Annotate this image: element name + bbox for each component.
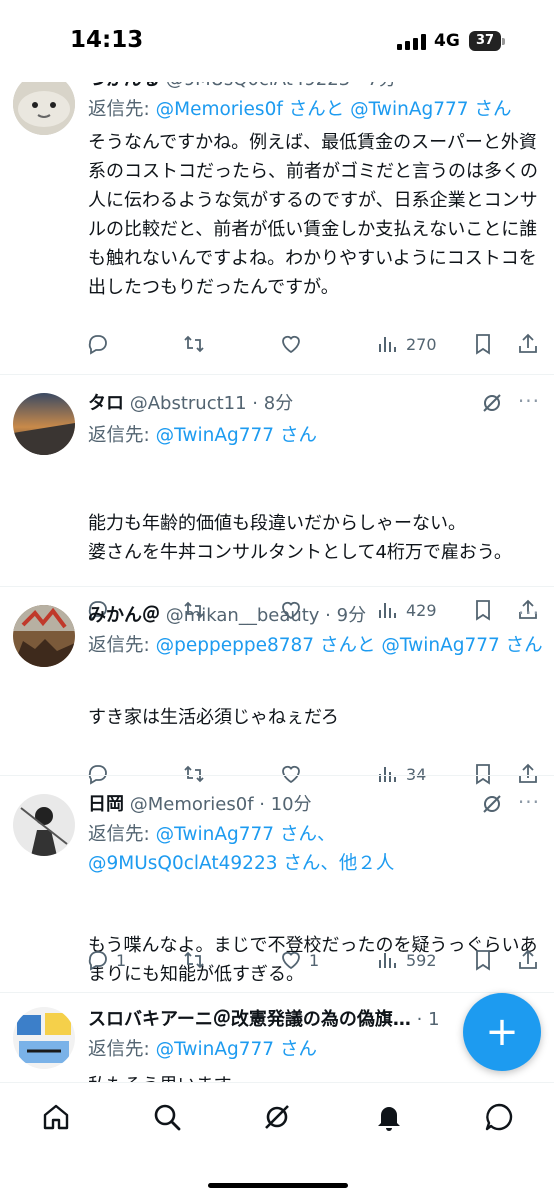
more-icon[interactable]: ··· xyxy=(518,601,540,625)
tweet[interactable]: みかん＠ @mikan__beauty · 9分 ··· 返信先: @peppe… xyxy=(0,587,554,785)
tweet[interactable]: タロ @Abstruct11 · 8分 ··· 返信先: @TwinAg777 … xyxy=(0,375,554,621)
bookmark-button[interactable] xyxy=(471,329,495,359)
handle-time: @Abstruct11 · 8分 xyxy=(129,393,294,414)
views-button[interactable]: 270 xyxy=(376,329,437,359)
analytics-icon xyxy=(379,953,396,968)
share-button[interactable] xyxy=(516,945,540,975)
views-button[interactable]: 592 xyxy=(376,945,437,975)
compose-button[interactable]: + xyxy=(463,993,541,1071)
reply-to-line: 返信先: @TwinAg777 さん xyxy=(88,425,317,446)
reply-to-users[interactable]: @peppeppe8787 さんと @TwinAg777 さん xyxy=(156,635,543,656)
more-icon[interactable]: ··· xyxy=(518,389,540,413)
share-icon xyxy=(519,949,537,969)
share-button[interactable] xyxy=(516,329,540,359)
avatar[interactable] xyxy=(13,1007,75,1069)
display-name[interactable]: スロバキアーニ＠改憲発議の為の偽旗… xyxy=(88,1009,411,1030)
status-bar: 14:13 4G 37 xyxy=(0,0,554,82)
network-type: 4G xyxy=(434,31,460,51)
display-name[interactable]: タロ xyxy=(88,393,124,414)
handle-time: @Memories0f · 10分 xyxy=(129,794,312,815)
repost-button[interactable] xyxy=(182,945,206,975)
reply-to-users[interactable]: @Memories0f さんと @TwinAg777 さん xyxy=(156,99,512,120)
grok-icon[interactable] xyxy=(480,792,504,816)
reply-to-line: 返信先: @TwinAg777 さん、 @9MUsQ0clAt49223 さん、… xyxy=(88,824,395,874)
display-name[interactable]: 日岡 xyxy=(88,794,124,815)
tweet-actions: 270 xyxy=(86,329,546,359)
reply-to-line: 返信先: @peppeppe8787 さんと @TwinAg777 さん xyxy=(88,635,543,656)
battery-icon: 37 xyxy=(469,31,505,51)
reply-count: 1 xyxy=(116,950,127,970)
home-indicator xyxy=(208,1183,348,1188)
handle-time: · 1 xyxy=(416,1009,440,1030)
home-icon[interactable] xyxy=(40,1101,72,1133)
status-time: 14:13 xyxy=(70,27,144,53)
analytics-icon xyxy=(379,337,396,352)
avatar[interactable] xyxy=(13,393,75,455)
bookmark-button[interactable] xyxy=(471,945,495,975)
tweet-text: 能力も年齢的価値も段違いだからしゃーない。 婆さんを牛丼コンサルタントとして4桁… xyxy=(88,513,512,563)
like-button[interactable]: 1 xyxy=(279,945,319,975)
cellular-signal-icon xyxy=(397,34,426,50)
avatar[interactable] xyxy=(13,605,75,667)
grok-icon[interactable] xyxy=(480,391,504,415)
battery-level: 37 xyxy=(469,31,501,51)
heart-icon xyxy=(282,951,300,970)
handle-time: @mikan__beauty · 9分 xyxy=(165,605,367,626)
tweet-header: スロバキアーニ＠改憲発議の為の偽旗… · 1 xyxy=(88,1005,478,1031)
search-icon[interactable] xyxy=(151,1101,183,1133)
like-count: 1 xyxy=(309,950,320,970)
tweet-header: 日岡 @Memories0f · 10分 xyxy=(88,790,478,816)
bookmark-icon xyxy=(476,950,490,971)
tweet[interactable]: つかんる @9MUsQ0clAt49223 · 7分 返信先: @Memorie… xyxy=(0,55,554,373)
avatar[interactable] xyxy=(13,73,75,135)
plus-icon: + xyxy=(485,1009,519,1055)
display-name[interactable]: みかん＠ xyxy=(88,605,160,626)
heart-icon xyxy=(282,335,300,354)
more-icon[interactable]: ··· xyxy=(518,790,540,814)
reply-button[interactable]: 1 xyxy=(86,945,126,975)
reply-to-users[interactable]: @9MUsQ0clAt49223 さん、他２人 xyxy=(88,853,394,874)
reply-button[interactable] xyxy=(86,329,110,359)
reply-to-users[interactable]: @TwinAg777 さん xyxy=(156,425,317,446)
reply-feed[interactable]: つかんる @9MUsQ0clAt49223 · 7分 返信先: @Memorie… xyxy=(0,55,554,1085)
messages-icon[interactable] xyxy=(483,1101,515,1133)
reply-to-users[interactable]: @TwinAg777 さん xyxy=(156,1039,317,1060)
tweet-header: みかん＠ @mikan__beauty · 9分 xyxy=(88,601,478,627)
notifications-icon[interactable] xyxy=(373,1101,405,1133)
views-count: 592 xyxy=(406,950,437,970)
repost-icon xyxy=(184,951,204,969)
bookmark-icon xyxy=(476,334,490,355)
tweet-text: そうなんですかね。例えば、最低賃金のスーパーと外資系のコストコだったら、前者がゴ… xyxy=(88,132,538,298)
views-count: 270 xyxy=(406,334,437,354)
tweet-header: タロ @Abstruct11 · 8分 xyxy=(88,389,478,415)
repost-button[interactable] xyxy=(182,329,206,359)
reply-icon xyxy=(88,335,107,355)
share-icon xyxy=(519,333,537,353)
reply-icon xyxy=(88,951,107,971)
repost-icon xyxy=(184,335,204,353)
like-button[interactable] xyxy=(279,329,303,359)
grok-icon[interactable] xyxy=(261,1101,293,1133)
reply-to-line: 返信先: @Memories0f さんと @TwinAg777 さん xyxy=(88,99,512,120)
reply-to-users[interactable]: @TwinAg777 さん、 xyxy=(156,824,336,845)
avatar[interactable] xyxy=(13,794,75,856)
tweet-actions: 1 1 592 xyxy=(86,945,546,975)
tweet-text: すき家は生活必須じゃねぇだろ xyxy=(88,707,339,728)
